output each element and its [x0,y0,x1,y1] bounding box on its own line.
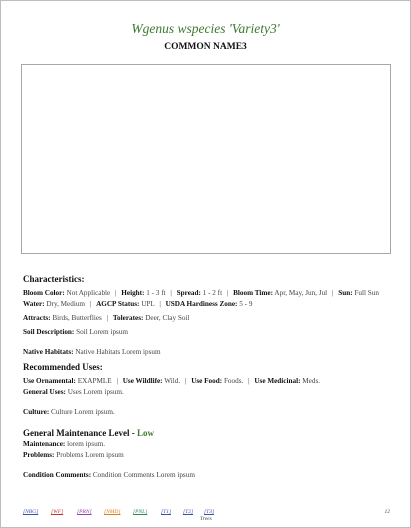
recommended-uses-heading: Recommended Uses: [23,362,103,372]
soil-row: Soil Description: Soil Lorem ipsum [23,328,129,336]
footer-link-bar: Trees 12 [NBG] [WF] [PRN] [NMD] [PNL] [T1] [T2… [23,509,390,523]
scientific-name-title: Wgenus wspecies 'Variety3' [131,21,280,36]
document-page: Wgenus wspecies 'Variety3' COMMON NAME3 … [0,0,411,528]
footer-link-pnl[interactable]: [PNL] [133,509,147,515]
culture-row: Culture: Culture Lorem ipsum. [23,408,115,416]
footer-link-prn[interactable]: [PRN] [77,509,92,515]
maintenance-heading: General Maintenance Level - Low [23,428,154,438]
maintenance-row: Maintenance: lorem ipsum. [23,440,106,448]
attracts-row: Attracts: Birds, Butterflies | Tolerates… [23,314,190,322]
footer-link-t2[interactable]: [T2] [183,509,193,515]
native-habitats-row: Native Habitats: Native Habitats Lorem i… [23,348,161,356]
plant-details: Characteristics: Bloom Color: Not Applic… [23,273,383,481]
water-zone-row: Water: Dry, Medium | AGCP Status: UPL | … [23,300,253,308]
plant-photo-placeholder [21,64,391,254]
footer-link-wf[interactable]: [WF] [51,509,63,515]
problems-row: Problems: Problems Lorem ipsum [23,451,124,459]
footer-link-t3[interactable]: [T3] [204,509,214,515]
condition-comments-row: Condition Comments: Condition Comments L… [23,471,195,479]
common-name: COMMON NAME3 [164,42,247,52]
characteristics-heading: Characteristics: [23,274,85,284]
bloom-size-row: Bloom Color: Not Applicable | Height: 1 … [23,289,379,297]
uses-row: Use Ornamental: EXAPMLE | Use Wildlife: … [23,377,321,385]
footer-link-t1[interactable]: [T1] [161,509,171,515]
general-uses-row: General Uses: Uses Lorem ipsum. [23,388,124,396]
footer-sub-label: Trees [200,516,212,522]
footer-link-nmd[interactable]: [NMD] [104,509,121,515]
maintenance-level: Low [136,428,154,438]
page-number: 12 [384,509,391,515]
page-footer: Trees 12 [NBG] [WF] [PRN] [NMD] [PNL] [T1] [T2… [23,509,390,523]
footer-link-nbg[interactable]: [NBG] [23,509,38,515]
